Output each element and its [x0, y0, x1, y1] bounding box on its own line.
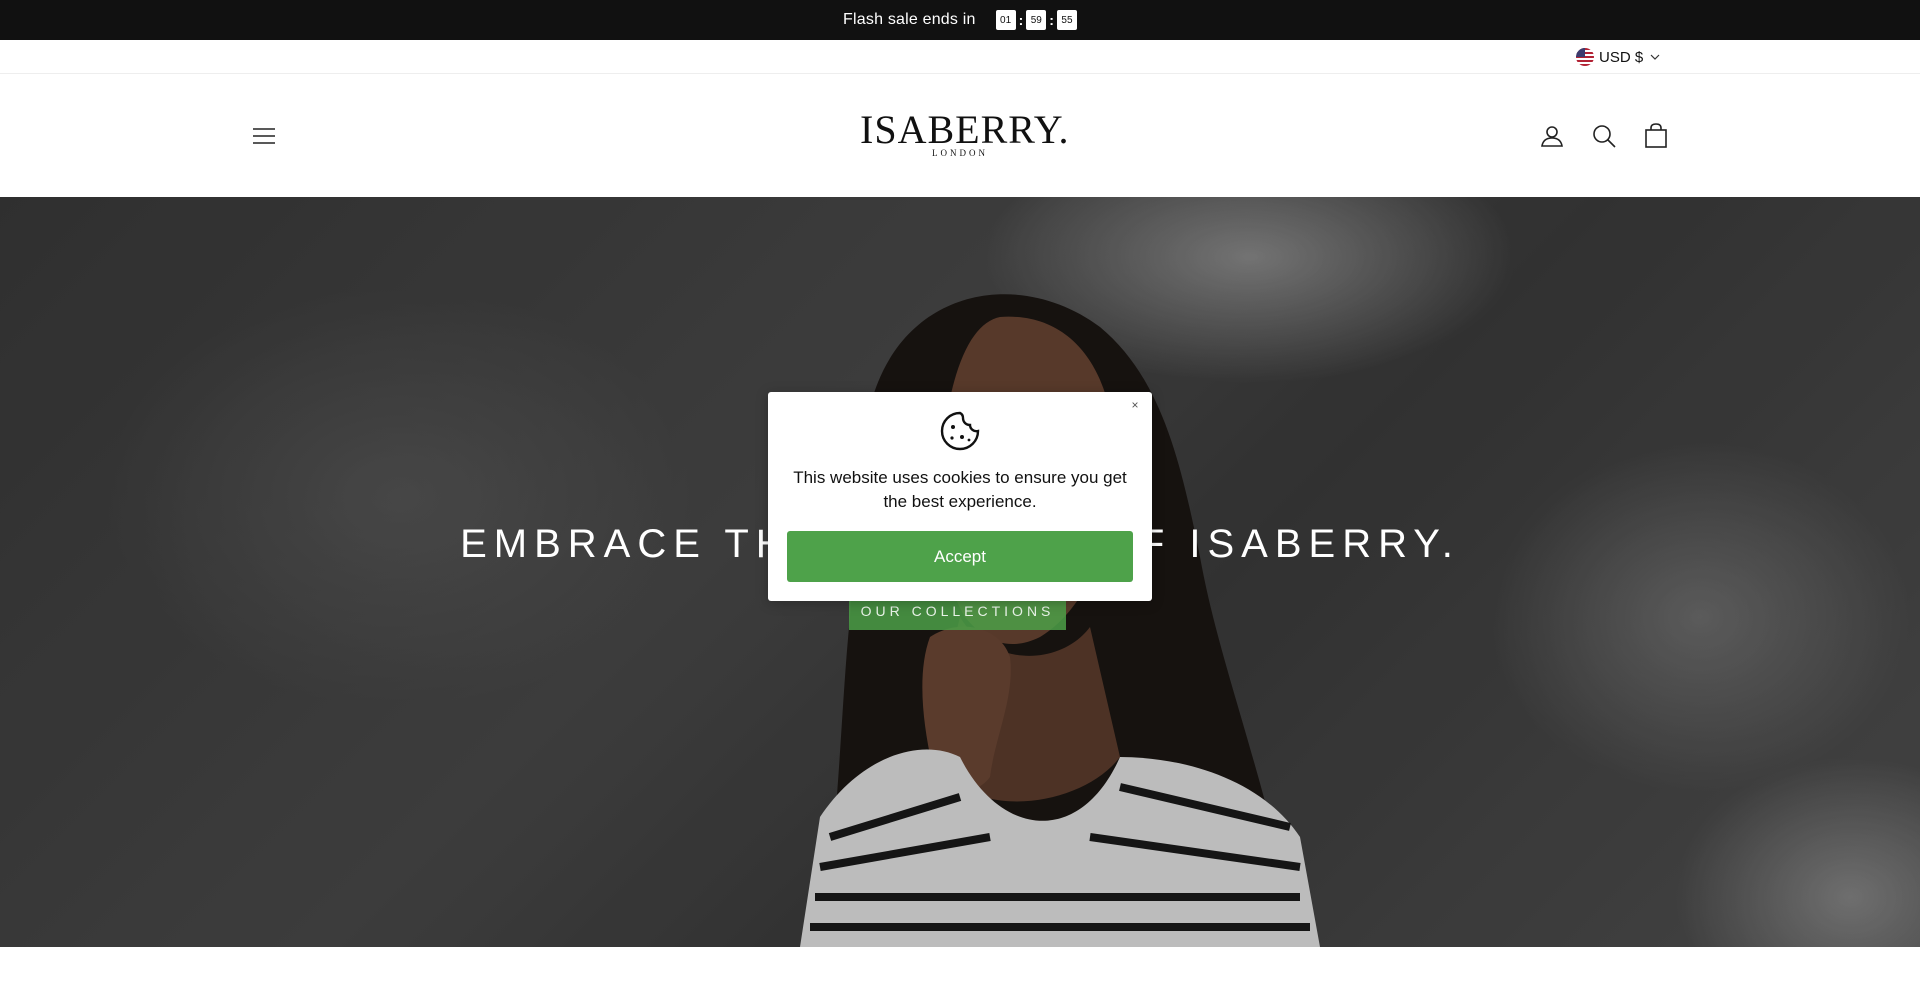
us-flag-icon: [1576, 48, 1594, 66]
user-icon[interactable]: [1538, 122, 1566, 150]
cookie-icon: [940, 411, 980, 451]
accept-button[interactable]: Accept: [787, 531, 1133, 582]
timer-seconds: 55: [1056, 10, 1077, 30]
utility-bar: USD $: [0, 40, 1920, 74]
bag-icon[interactable]: [1642, 122, 1670, 150]
timer-minutes: 59: [1026, 10, 1047, 30]
timer-hours: 01: [995, 10, 1016, 30]
chevron-down-icon: [1650, 54, 1660, 60]
announcement-text: Flash sale ends in: [843, 11, 976, 28]
search-icon[interactable]: [1590, 122, 1618, 150]
site-logo[interactable]: ISABERRY. LONDON: [860, 107, 1070, 159]
currency-selector[interactable]: USD $: [1576, 46, 1662, 68]
cookie-message: This website uses cookies to ensure you …: [793, 468, 1127, 511]
countdown-timer: 01 : 59 : 55: [995, 10, 1077, 30]
cookie-consent-dialog: × This website uses cookies to ensure yo…: [768, 392, 1152, 601]
timer-separator: :: [1018, 12, 1024, 28]
logo-wordmark: ISABERRY.: [860, 107, 1070, 152]
announcement-bar: Flash sale ends in 01 : 59 : 55: [0, 0, 1920, 40]
hamburger-menu-icon[interactable]: [250, 122, 278, 150]
currency-label: USD $: [1599, 48, 1644, 66]
timer-separator: :: [1049, 12, 1054, 28]
close-icon[interactable]: ×: [1128, 398, 1142, 412]
site-header: ISABERRY. LONDON: [0, 74, 1920, 197]
